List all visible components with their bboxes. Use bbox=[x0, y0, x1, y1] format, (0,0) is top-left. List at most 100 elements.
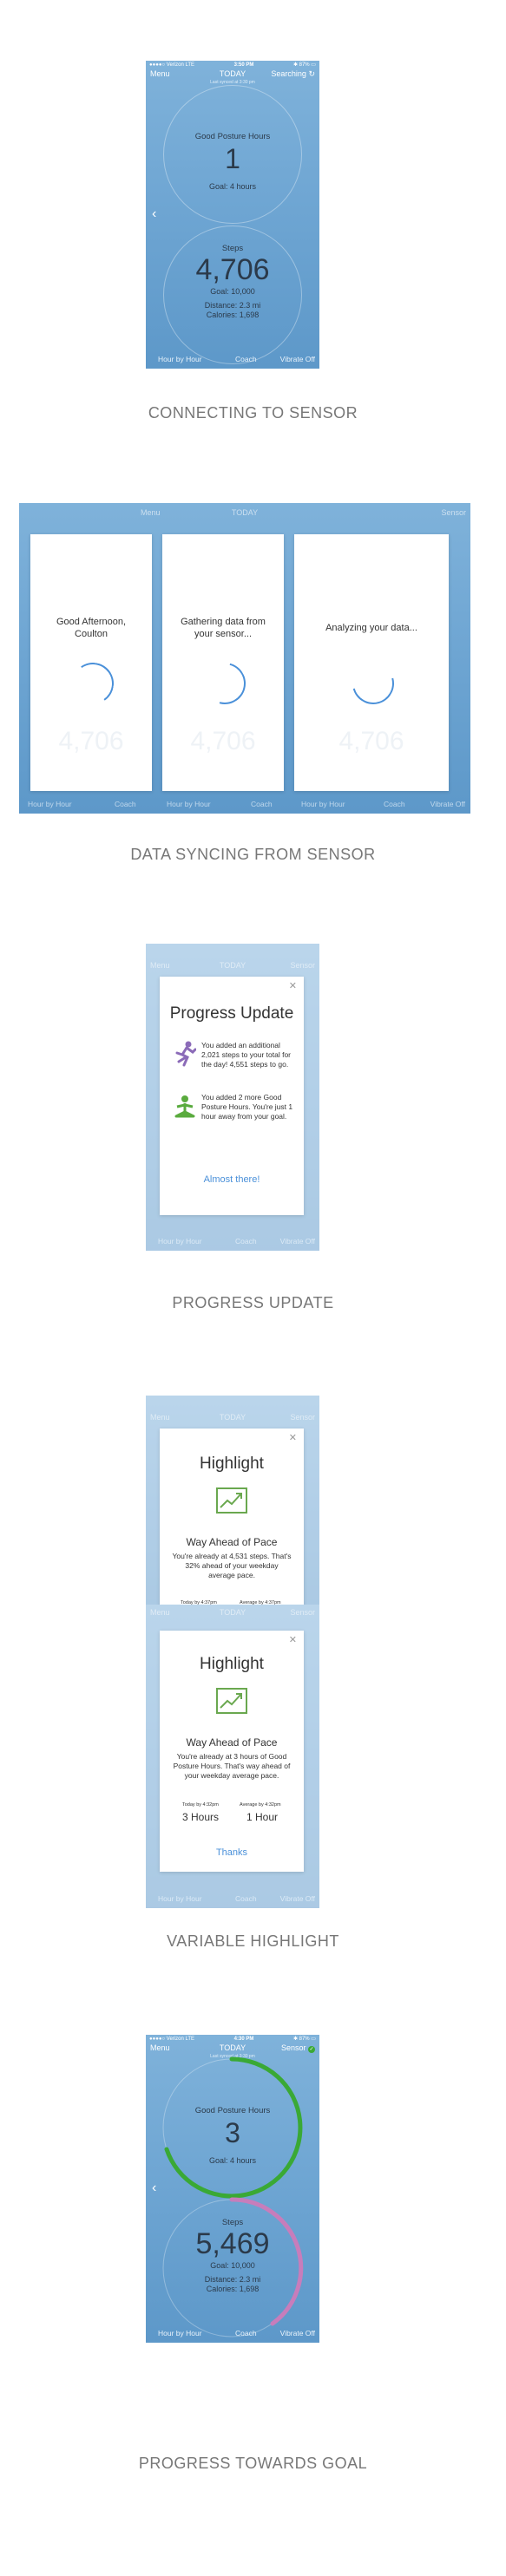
top-nav-faded: Menu TODAY Sensor bbox=[19, 508, 470, 519]
sensor-status-button[interactable]: Sensor bbox=[441, 508, 466, 517]
stat-average-label: Average by 4:32pm bbox=[240, 1802, 281, 1808]
highlight-body: You're already at 3 hours of Good Postur… bbox=[173, 1752, 291, 1780]
modal-title: Progress Update bbox=[169, 1004, 294, 1023]
carrier-text: ●●●●○ Verizon LTE bbox=[149, 62, 195, 68]
thanks-link[interactable]: Thanks bbox=[160, 1847, 304, 1858]
sensor-status-label: Searching bbox=[271, 69, 306, 78]
bg-steps-ghost: 4,706 bbox=[338, 727, 404, 755]
coach-button[interactable]: Coach bbox=[235, 1894, 257, 1903]
vibrate-toggle[interactable]: Vibrate Off bbox=[280, 1894, 315, 1903]
trend-chart-icon bbox=[216, 1487, 247, 1514]
battery-text: ✱ 87% ▭ bbox=[292, 62, 316, 68]
screen-progress-update: Menu TODAY Sensor ✕ Progress Update You … bbox=[146, 944, 319, 1251]
posture-update-text: You added 2 more Good Posture Hours. You… bbox=[201, 1093, 293, 1121]
hour-by-hour-button[interactable]: Hour by Hour bbox=[158, 355, 202, 363]
refresh-icon: ↻ bbox=[308, 69, 315, 78]
status-bar: ●●●●○ Verizon LTE 3:50 PM ✱ 87% ▭ bbox=[146, 61, 319, 69]
hour-by-hour-button[interactable]: Hour by Hour bbox=[301, 800, 345, 808]
runner-icon bbox=[174, 1041, 197, 1067]
hour-by-hour-button[interactable]: Hour by Hour bbox=[158, 1237, 202, 1246]
posture-label: Good Posture Hours bbox=[194, 132, 271, 141]
sensor-status-button[interactable]: Sensor bbox=[290, 1413, 315, 1422]
greeting-text: Good Afternoon, Coulton bbox=[56, 617, 127, 639]
highlight-modal-steps: ✕ Highlight Way Ahead of Pace You're alr… bbox=[160, 1429, 304, 1608]
hour-by-hour-button[interactable]: Hour by Hour bbox=[167, 800, 211, 808]
steps-distance: Distance: 2.3 mi bbox=[204, 2275, 261, 2284]
sensor-status-button[interactable]: Sensor bbox=[290, 1608, 315, 1617]
hour-by-hour-button[interactable]: Hour by Hour bbox=[158, 2329, 202, 2337]
caption-connecting: CONNECTING TO SENSOR bbox=[148, 404, 358, 422]
posture-goal: Goal: 4 hours bbox=[208, 2156, 257, 2165]
vibrate-toggle[interactable]: Vibrate Off bbox=[280, 2329, 315, 2337]
page-title: TODAY bbox=[231, 508, 259, 517]
screen-progress-goal: ●●●●○ Verizon LTE 4:30 PM ✱ 87% ▭ Menu T… bbox=[146, 2035, 319, 2343]
caption-variable-highlight: VARIABLE HIGHLIGHT bbox=[167, 1932, 339, 1950]
highlight-modal-posture: ✕ Highlight Way Ahead of Pace You're alr… bbox=[160, 1631, 304, 1872]
top-nav-faded: Menu TODAY Sensor bbox=[146, 1608, 319, 1618]
steps-update-text: You added an additional 2,021 steps to y… bbox=[201, 1041, 292, 1069]
modal-title: Highlight bbox=[200, 1655, 264, 1673]
stat-today-value: 3 Hours bbox=[182, 1811, 220, 1823]
bottom-bar-faded: Hour by Hour Coach Vibrate Off bbox=[146, 1894, 319, 1905]
analyzing-text: Analyzing your data... bbox=[325, 623, 417, 633]
stat-today-label: Today by 4:32pm bbox=[182, 1802, 219, 1808]
prev-day-chevron-icon[interactable]: ‹ bbox=[152, 206, 156, 222]
steps-label: Steps bbox=[221, 244, 244, 253]
clock: 3:50 PM bbox=[233, 62, 254, 68]
sync-panel-gathering: Gathering data from your sensor... 4,706 bbox=[162, 534, 284, 791]
screen-highlight-bottom: Menu TODAY Sensor ✕ Highlight Way Ahead … bbox=[146, 1605, 319, 1908]
loading-spinner-icon bbox=[345, 655, 402, 712]
bottom-bar: Hour by Hour Coach Vibrate Off bbox=[146, 2329, 319, 2339]
almost-there-link[interactable]: Almost there! bbox=[160, 1174, 304, 1185]
coach-button[interactable]: Coach bbox=[384, 800, 405, 808]
vibrate-toggle[interactable]: Vibrate Off bbox=[280, 355, 315, 363]
coach-button[interactable]: Coach bbox=[115, 800, 136, 808]
posture-value: 3 bbox=[225, 2117, 240, 2148]
close-icon[interactable]: ✕ bbox=[289, 1432, 297, 1443]
posture-label: Good Posture Hours bbox=[194, 2106, 271, 2115]
bottom-bar-faded: Hour by Hour Coach Hour by Hour Coach Ho… bbox=[19, 800, 470, 810]
trend-chart-icon bbox=[216, 1688, 247, 1714]
goal-rings bbox=[162, 2056, 304, 2337]
bottom-bar: Hour by Hour Coach Vibrate Off bbox=[146, 355, 319, 365]
yoga-icon bbox=[172, 1095, 198, 1121]
sensor-status-button[interactable]: Sensor bbox=[290, 961, 315, 970]
caption-progress-update: PROGRESS UPDATE bbox=[172, 1294, 334, 1311]
sensor-status-button[interactable]: Searching ↻ bbox=[271, 69, 315, 79]
steps-goal: Goal: 10,000 bbox=[210, 2261, 255, 2270]
bg-steps-ghost: 4,706 bbox=[190, 727, 256, 755]
close-icon[interactable]: ✕ bbox=[289, 1634, 297, 1645]
hour-by-hour-button[interactable]: Hour by Hour bbox=[28, 800, 72, 808]
steps-goal: Goal: 10,000 bbox=[210, 287, 255, 296]
screen-highlight-top: Menu TODAY Sensor ✕ Highlight Way Ahead … bbox=[146, 1396, 319, 1608]
vibrate-toggle[interactable]: Vibrate Off bbox=[430, 800, 465, 808]
vibrate-toggle[interactable]: Vibrate Off bbox=[280, 1237, 315, 1246]
sync-panel-analyzing: Analyzing your data... 4,706 bbox=[294, 534, 449, 791]
coach-button[interactable]: Coach bbox=[235, 2329, 257, 2337]
steps-label: Steps bbox=[221, 2218, 244, 2227]
loading-spinner-icon bbox=[69, 659, 117, 708]
loading-spinner-icon bbox=[196, 655, 253, 712]
highlight-subtitle: Way Ahead of Pace bbox=[186, 1536, 278, 1548]
highlight-body: You're already at 4,531 steps. That's 32… bbox=[172, 1552, 292, 1579]
progress-modal: ✕ Progress Update You added an additiona… bbox=[160, 977, 304, 1215]
hour-by-hour-button[interactable]: Hour by Hour bbox=[158, 1894, 202, 1903]
stat-average-value: 1 Hour bbox=[246, 1811, 279, 1823]
steps-calories: Calories: 1,698 bbox=[206, 311, 260, 319]
modal-title: Highlight bbox=[200, 1455, 264, 1473]
caption-progress-goal: PROGRESS TOWARDS GOAL bbox=[138, 2455, 368, 2472]
coach-button[interactable]: Coach bbox=[235, 1237, 257, 1246]
steps-distance: Distance: 2.3 mi bbox=[204, 301, 261, 310]
coach-button[interactable]: Coach bbox=[251, 800, 273, 808]
steps-calories: Calories: 1,698 bbox=[206, 2285, 260, 2293]
prev-day-chevron-icon[interactable]: ‹ bbox=[152, 2180, 156, 2196]
bottom-bar-faded: Hour by Hour Coach Vibrate Off bbox=[146, 1237, 319, 1247]
top-nav: Menu TODAY Searching ↻ bbox=[146, 69, 319, 80]
top-nav-faded: Menu TODAY Sensor bbox=[146, 961, 319, 971]
steps-value: 4,706 bbox=[195, 253, 270, 286]
highlight-subtitle: Way Ahead of Pace bbox=[186, 1736, 278, 1749]
top-nav-faded: Menu TODAY Sensor bbox=[146, 1413, 319, 1423]
bg-steps-ghost: 4,706 bbox=[58, 727, 124, 755]
coach-button[interactable]: Coach bbox=[235, 355, 257, 363]
close-icon[interactable]: ✕ bbox=[289, 980, 297, 991]
